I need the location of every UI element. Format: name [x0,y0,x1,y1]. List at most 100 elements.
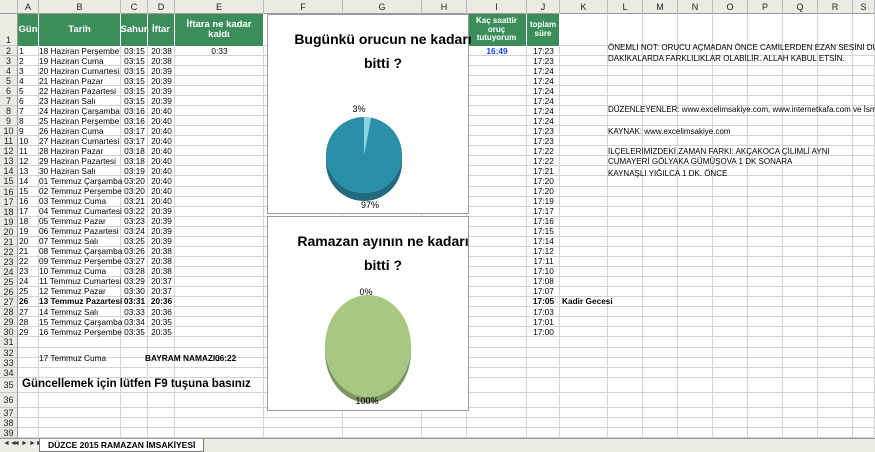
column-header-q[interactable]: Q [783,0,818,14]
row-header-20[interactable]: 20 [0,226,18,237]
row-header-26[interactable]: 26 [0,286,18,297]
pie-label-1: 97% [361,200,379,210]
next-sheet-button[interactable]: ► [21,440,28,447]
row-header-4[interactable]: 4 [0,66,18,77]
row-header-3[interactable]: 3 [0,56,18,67]
column-header-c[interactable]: C [121,0,148,14]
pie-label-0: 3% [352,104,365,114]
row-header-23[interactable]: 23 [0,256,18,267]
pie-slice-1 [325,117,402,193]
remaining-time-value[interactable]: 0:33 [175,46,264,57]
row-header-6[interactable]: 6 [0,86,18,97]
row-header-27[interactable]: 27 [0,296,18,307]
row-header-16[interactable]: 16 [0,186,18,197]
row-header-14[interactable]: 14 [0,166,18,177]
row-header-35[interactable]: 35 [0,378,18,394]
pie-chart-ramadan: 0% 100% [325,287,411,406]
row-header-21[interactable]: 21 [0,236,18,247]
note-line-5: İLÇELERİMİZDEKİ ZAMAN FARKI: AKÇAKOCA Çİ… [608,147,830,156]
row-header-24[interactable]: 24 [0,266,18,277]
row-header-31[interactable]: 31 [0,337,18,348]
sahur-time[interactable]: 03:35 [121,327,148,338]
pie-slice-1 [325,295,411,397]
iftar-time[interactable]: 20:35 [148,327,175,338]
date-cell[interactable]: 16 Temmuz Perşembe [39,327,122,338]
select-all-corner[interactable] [0,0,18,14]
column-header-l[interactable]: L [608,0,643,14]
column-header-bar: ABCDEFGHIJKLMNOPQRS [0,0,875,14]
sheet-tab-bar: ◄◄ ◄ ► ►► DÜZCE 2015 RAMAZAN İMSAKİYESİ [0,438,875,452]
sheet-tab-duzce[interactable]: DÜZCE 2015 RAMAZAN İMSAKİYESİ [39,439,205,452]
row-header-19[interactable]: 19 [0,216,18,227]
row-header-7[interactable]: 7 [0,96,18,107]
column-header-f[interactable]: F [264,0,343,14]
row-header-11[interactable]: 11 [0,136,18,147]
fasting-hours-value[interactable]: 16:49 [467,46,527,57]
note-line-3: DÜZENLEYENLER: www.excelimsakiye.com, ww… [608,105,875,114]
row-header-12[interactable]: 12 [0,146,18,157]
row-header-33[interactable]: 33 [0,358,18,369]
row-header-1[interactable]: 1 [0,14,18,46]
row-header-18[interactable]: 18 [0,206,18,217]
row-header-9[interactable]: 9 [0,116,18,127]
header-sahur: Sahur [121,14,148,46]
column-header-m[interactable]: M [643,0,678,14]
bayram-label[interactable]: BAYRAM NAMAZI : [145,353,220,364]
row-header-8[interactable]: 8 [0,106,18,117]
column-header-g[interactable]: G [343,0,422,14]
pie-label-0: 0% [359,287,372,297]
note-line-4: KAYNAK: www.excelimsakiye.com [608,127,731,136]
chart-today-progress[interactable]: Bugünkü orucun ne kadarı bitti ? 3% 97% [267,14,472,214]
row-header-5[interactable]: 5 [0,76,18,87]
row-header-2[interactable]: 2 [0,46,18,57]
note-line-1: ÖNEMLİ NOT: ORUCU AÇMADAN ÖNCE CAMİLERDE… [608,43,875,52]
grid-hline [18,416,875,418]
grid-hline [18,426,875,428]
column-header-o[interactable]: O [713,0,748,14]
row-header-25[interactable]: 25 [0,276,18,287]
header-kalan: İftara ne kadar kaldı [175,14,264,46]
prev-sheet-button[interactable]: ◄ [13,440,20,447]
header-toplam: toplam süre [527,14,560,46]
row-header-10[interactable]: 10 [0,126,18,137]
row-header-29[interactable]: 29 [0,317,18,328]
row-header-37[interactable]: 37 [0,407,18,418]
column-header-e[interactable]: E [175,0,264,14]
update-note: Güncellemek için lütfen F9 tuşuna basını… [22,378,251,390]
pie-label-1: 100% [355,396,378,406]
row-header-28[interactable]: 28 [0,306,18,317]
header-gun: Gün [18,14,39,46]
row-header-36[interactable]: 36 [0,393,18,408]
pie-chart-today: 3% 97% [325,104,402,210]
bayram-date[interactable]: 17 Temmuz Cuma [39,353,106,364]
row-header-32[interactable]: 32 [0,347,18,359]
header-tarih: Tarih [39,14,121,46]
header-oruc: Kaç saattir oruç tutuyorum [467,14,527,46]
column-header-k[interactable]: K [560,0,608,14]
column-header-h[interactable]: H [422,0,467,14]
row-header-22[interactable]: 22 [0,246,18,257]
total-duration[interactable]: 17:00 [527,327,560,338]
column-header-j[interactable]: J [527,0,560,14]
bayram-time[interactable]: 06:22 [215,353,236,364]
note-line-7: KAYNAŞLI YIĞILCA 1 DK. ÖNCE [608,169,728,178]
note-line-2: DAKİKALARDA FARKLILIKLAR OLABİLİR. ALLAH… [608,54,845,63]
column-header-r[interactable]: R [818,0,853,14]
kadir-gecesi-note[interactable]: Kadir Gecesi [562,296,613,307]
row-header-38[interactable]: 38 [0,417,18,428]
column-header-p[interactable]: P [748,0,783,14]
row-header-30[interactable]: 30 [0,327,18,338]
chart-ramadan-progress[interactable]: Ramazan ayının ne kadarı bitti ? 0% 100% [267,216,469,411]
row-header-17[interactable]: 17 [0,196,18,207]
row-header-34[interactable]: 34 [0,368,18,379]
column-header-n[interactable]: N [678,0,713,14]
row-header-39[interactable]: 39 [0,427,18,438]
row-header-13[interactable]: 13 [0,156,18,167]
column-header-s[interactable]: S [853,0,875,14]
row-header-15[interactable]: 15 [0,176,18,187]
column-header-a[interactable]: A [18,0,39,14]
day-number[interactable]: 29 [19,327,37,338]
column-header-b[interactable]: B [39,0,121,14]
column-header-d[interactable]: D [148,0,175,14]
column-header-i[interactable]: I [467,0,527,14]
